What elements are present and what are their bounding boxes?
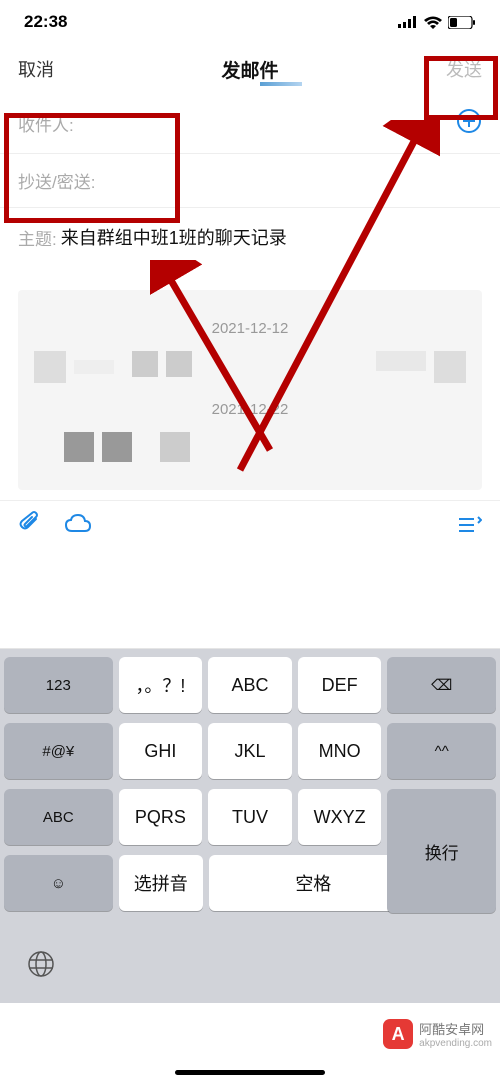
keyboard-area: 123 ，。？! ABC DEF ⌫ #@¥ GHI JKL MNO ^^ AB… <box>0 585 500 1083</box>
globe-icon[interactable] <box>26 949 56 984</box>
watermark: A 阿酷安卓网 akpvending.com <box>383 1019 492 1049</box>
key-abc-mode[interactable]: ABC <box>4 789 113 845</box>
chat-date-1: 2021-12-12 <box>28 320 472 337</box>
chat-row-1 <box>28 351 472 383</box>
nav-bar: 取消 发邮件 发送 <box>0 44 500 94</box>
key-pqrs[interactable]: PQRS <box>119 789 203 845</box>
cloud-icon[interactable] <box>64 511 92 542</box>
compose-toolbar <box>0 500 500 552</box>
subject-label: 主题: <box>18 225 57 250</box>
key-caret[interactable]: ^^ <box>387 723 496 779</box>
key-symbols[interactable]: #@¥ <box>4 723 113 779</box>
battery-icon <box>448 16 476 29</box>
title-cursor-underline <box>260 82 302 86</box>
cancel-button[interactable]: 取消 <box>18 56 54 82</box>
key-ghi[interactable]: GHI <box>119 723 203 779</box>
wifi-icon <box>424 16 442 29</box>
key-pinyin[interactable]: 选拼音 <box>119 855 203 911</box>
send-button[interactable]: 发送 <box>446 56 482 82</box>
watermark-logo: A <box>383 1019 413 1049</box>
status-bar: 22:38 <box>0 0 500 44</box>
nav-title: 发邮件 <box>221 56 278 83</box>
status-indicators <box>398 16 476 29</box>
watermark-brand: 阿酷安卓网 <box>419 1019 492 1038</box>
format-icon[interactable] <box>456 511 482 542</box>
key-return[interactable]: 换行 <box>387 789 496 913</box>
key-mno[interactable]: MNO <box>298 723 382 779</box>
key-tuv[interactable]: TUV <box>208 789 292 845</box>
attachment-icon[interactable] <box>18 511 44 542</box>
subject-text: 来自群组中班1班的聊天记录 <box>61 224 287 250</box>
keyboard-body: 123 ，。？! ABC DEF ⌫ #@¥ GHI JKL MNO ^^ AB… <box>0 649 500 929</box>
signal-icon <box>398 16 418 28</box>
home-indicator[interactable] <box>175 1070 325 1075</box>
key-jkl[interactable]: JKL <box>208 723 292 779</box>
key-def[interactable]: DEF <box>298 657 382 713</box>
keyboard-bottom <box>0 929 500 1003</box>
watermark-url: akpvending.com <box>419 1038 492 1049</box>
cc-label: 抄送/密送: <box>18 168 95 193</box>
key-wxyz[interactable]: WXYZ <box>298 789 382 845</box>
subject-row[interactable]: 主题: 来自群组中班1班的聊天记录 <box>0 208 500 266</box>
key-abc[interactable]: ABC <box>208 657 292 713</box>
status-time: 22:38 <box>24 12 67 32</box>
key-backspace[interactable]: ⌫ <box>387 657 496 713</box>
key-123[interactable]: 123 <box>4 657 113 713</box>
chat-date-2: 2021-12-22 <box>28 401 472 418</box>
to-label: 收件人: <box>18 111 74 136</box>
keyboard-suggestions[interactable] <box>0 585 500 649</box>
email-body-preview[interactable]: 2021-12-12 2021-12-22 <box>18 290 482 490</box>
add-recipient-icon[interactable] <box>456 108 482 139</box>
key-punct[interactable]: ，。？! <box>119 657 203 713</box>
key-emoji[interactable]: ☺ <box>4 855 113 911</box>
cc-field-row[interactable]: 抄送/密送: <box>0 154 500 208</box>
chat-row-2 <box>28 432 472 462</box>
to-field-row[interactable]: 收件人: <box>0 94 500 154</box>
